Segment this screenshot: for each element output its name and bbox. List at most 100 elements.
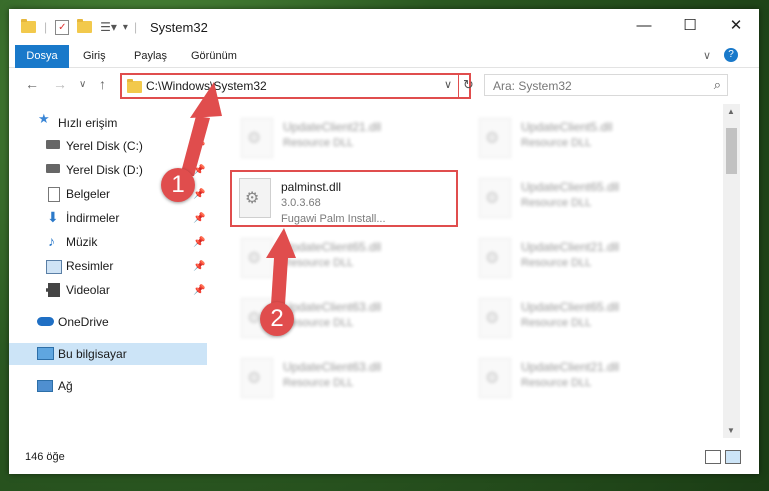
nav-label: Bu bilgisayar bbox=[58, 347, 127, 361]
list-item[interactable]: UpdateClient21.dll Resource DLL bbox=[473, 232, 693, 288]
list-item[interactable]: UpdateClient21.dll Resource DLL bbox=[235, 112, 455, 168]
toolbar-separator: | bbox=[44, 20, 48, 34]
search-input[interactable]: Ara: System32 ⌕ bbox=[484, 74, 728, 96]
music-icon: ♪ bbox=[48, 233, 55, 249]
nav-item-onedrive[interactable]: OneDrive bbox=[9, 311, 207, 333]
nav-item-network[interactable]: Ağ bbox=[9, 375, 207, 397]
recent-locations-icon[interactable]: ∨ bbox=[79, 79, 86, 90]
cloud-icon bbox=[37, 317, 54, 326]
list-item[interactable]: UpdateClient63.dll Resource DLL bbox=[235, 352, 455, 408]
nav-item-this-pc[interactable]: Bu bilgisayar bbox=[9, 343, 207, 365]
properties-icon[interactable]: ✓ bbox=[55, 19, 70, 35]
forward-arrow-icon[interactable]: → bbox=[53, 76, 67, 92]
list-item[interactable]: UpdateClient65.dll Resource DLL bbox=[473, 292, 693, 348]
pin-icon[interactable]: 📌 bbox=[193, 189, 205, 200]
nav-label: Videolar bbox=[66, 283, 110, 297]
list-item[interactable]: UpdateClient5.dll Resource DLL bbox=[473, 112, 693, 168]
scrollbar-thumb[interactable] bbox=[726, 128, 737, 174]
scroll-up-icon[interactable]: ▲ bbox=[727, 107, 735, 116]
file-name: UpdateClient21.dll bbox=[521, 360, 620, 374]
back-arrow-icon[interactable]: ← bbox=[25, 76, 39, 92]
explorer-window: | ✓ ☰▾ ▾ | System32 — ☐ ✕ Dosya Giriş Pa… bbox=[9, 9, 759, 474]
file-name: UpdateClient65.dll bbox=[521, 300, 620, 314]
list-item[interactable]: UpdateClient65.dll Resource DLL bbox=[473, 172, 693, 228]
nav-item-quick-access[interactable]: ★ Hızlı erişim bbox=[9, 111, 207, 134]
list-item[interactable]: UpdateClient21.dll Resource DLL bbox=[473, 352, 693, 408]
dll-file-icon bbox=[479, 358, 511, 398]
network-icon bbox=[37, 380, 53, 392]
file-type: Resource DLL bbox=[283, 137, 354, 149]
minimize-button[interactable]: — bbox=[621, 9, 667, 45]
file-name: UpdateClient21.dll bbox=[521, 240, 620, 254]
dll-file-icon bbox=[479, 298, 511, 338]
maximize-button[interactable]: ☐ bbox=[667, 9, 713, 45]
search-icon: ⌕ bbox=[713, 77, 721, 92]
file-name: UpdateClient21.dll bbox=[283, 120, 382, 134]
video-icon bbox=[46, 283, 60, 297]
nav-label: Ağ bbox=[58, 379, 73, 393]
dll-file-icon bbox=[241, 238, 273, 278]
nav-label: Yerel Disk (D:) bbox=[66, 163, 143, 177]
ribbon-expand-icon[interactable]: ∨ bbox=[703, 45, 711, 67]
up-arrow-icon[interactable]: ↑ bbox=[99, 76, 106, 92]
window-title: System32 bbox=[150, 20, 208, 35]
refresh-icon[interactable]: ↻ bbox=[463, 77, 474, 93]
star-icon: ★ bbox=[38, 111, 50, 126]
new-folder-icon[interactable] bbox=[77, 19, 93, 33]
file-list: UpdateClient21.dll Resource DLL UpdateCli… bbox=[209, 104, 723, 439]
nav-label: OneDrive bbox=[58, 315, 109, 329]
search-placeholder: Ara: System32 bbox=[493, 79, 572, 93]
computer-icon bbox=[37, 347, 54, 360]
file-type: Resource DLL bbox=[521, 377, 592, 389]
pin-icon[interactable]: 📌 bbox=[193, 261, 205, 272]
nav-label: İndirmeler bbox=[66, 211, 120, 225]
scroll-down-icon[interactable]: ▼ bbox=[727, 426, 735, 435]
dll-file-icon bbox=[241, 358, 273, 398]
pin-icon[interactable]: 📌 bbox=[193, 285, 205, 296]
nav-item-drive-c[interactable]: Yerel Disk (C:) 📌 bbox=[9, 135, 207, 157]
folder-icon[interactable] bbox=[21, 19, 36, 33]
navigation-bar: ← → ∨ ↑ C:\Windows\System32 ∨ ↻ Ara: Sys… bbox=[9, 68, 759, 103]
file-type: Resource DLL bbox=[521, 197, 592, 209]
dll-file-icon bbox=[479, 238, 511, 278]
dll-file-icon bbox=[241, 118, 273, 158]
pin-icon[interactable]: 📌 bbox=[193, 213, 205, 224]
list-item[interactable]: UpdateClient65.dll Resource DLL bbox=[235, 232, 455, 288]
customize-toolbar-chevron-icon[interactable]: ▾ bbox=[123, 22, 128, 33]
quick-access-toolbar: | ✓ ☰▾ ▾ | bbox=[21, 18, 137, 36]
dll-file-icon bbox=[479, 178, 511, 218]
tiles-view-icon[interactable] bbox=[725, 450, 741, 464]
nav-item-music[interactable]: ♪ Müzik 📌 bbox=[9, 231, 207, 253]
toolbar-separator: | bbox=[133, 20, 138, 34]
help-icon[interactable]: ? bbox=[724, 48, 738, 62]
title-bar: | ✓ ☰▾ ▾ | System32 — ☐ ✕ bbox=[9, 9, 759, 45]
nav-label: Hızlı erişim bbox=[58, 116, 118, 130]
download-icon: ⬇ bbox=[47, 209, 59, 225]
details-view-icon[interactable] bbox=[705, 450, 721, 464]
documents-icon bbox=[48, 187, 60, 202]
file-name: UpdateClient65.dll bbox=[521, 180, 620, 194]
address-dropdown-icon[interactable]: ∨ bbox=[444, 78, 452, 91]
vertical-scrollbar[interactable]: ▲ ▼ bbox=[723, 104, 740, 438]
step-badge-1: 1 bbox=[161, 168, 195, 202]
dll-file-icon bbox=[479, 118, 511, 158]
tab-paylas[interactable]: Paylaş bbox=[134, 45, 167, 67]
nav-item-videos[interactable]: Videolar 📌 bbox=[9, 279, 207, 301]
file-name: UpdateClient5.dll bbox=[521, 120, 613, 134]
drive-icon bbox=[46, 164, 60, 173]
pin-icon[interactable]: 📌 bbox=[193, 237, 205, 248]
folder-icon bbox=[127, 79, 142, 93]
nav-label: Belgeler bbox=[66, 187, 111, 201]
close-button[interactable]: ✕ bbox=[713, 9, 759, 45]
pin-icon[interactable]: 📌 bbox=[193, 141, 205, 152]
drive-icon bbox=[46, 140, 60, 149]
tab-giris[interactable]: Giriş bbox=[83, 45, 106, 67]
address-bar[interactable]: C:\Windows\System32 ∨ ↻ bbox=[120, 73, 474, 99]
nav-item-pictures[interactable]: Resimler 📌 bbox=[9, 255, 207, 277]
pin-icon[interactable]: 📌 bbox=[193, 165, 205, 176]
view-options-icon[interactable]: ☰▾ bbox=[100, 20, 117, 34]
step-badge-2: 2 bbox=[260, 302, 294, 336]
ribbon-tabs: Dosya Giriş Paylaş Görünüm ∨ ? bbox=[9, 45, 759, 101]
nav-item-downloads[interactable]: ⬇ İndirmeler 📌 bbox=[9, 207, 207, 229]
tab-gorunum[interactable]: Görünüm bbox=[191, 45, 237, 67]
